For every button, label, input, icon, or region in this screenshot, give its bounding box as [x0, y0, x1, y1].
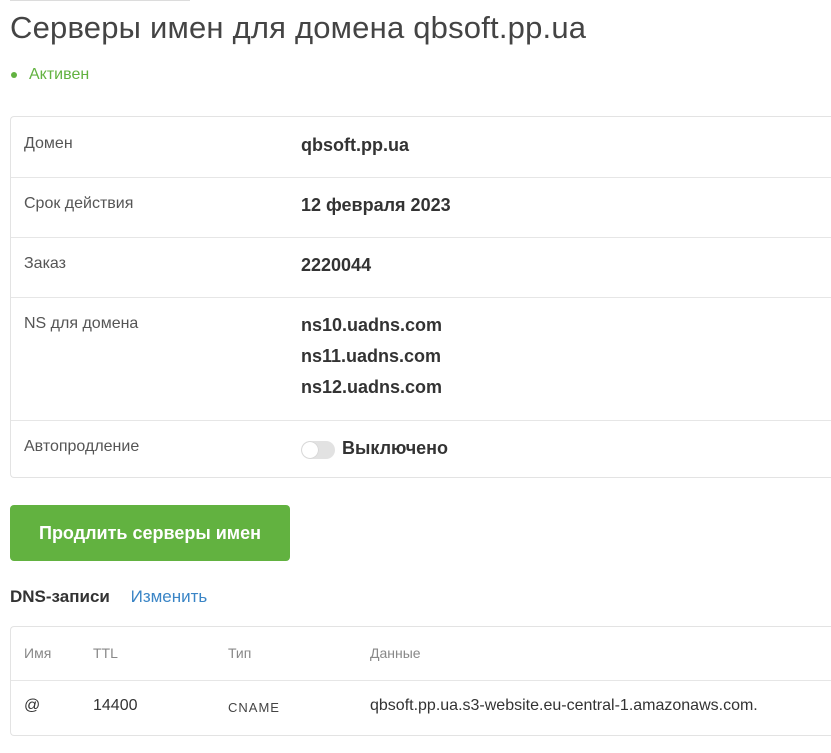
dns-table-header: Имя TTL Тип Данные — [11, 627, 831, 681]
status-dot-icon — [11, 72, 17, 78]
page-title: Серверы имен для домена qbsoft.pp.ua — [10, 10, 587, 45]
domain-info-card: Домен qbsoft.pp.ua Срок действия 12 февр… — [10, 116, 831, 478]
column-header-type: Тип — [228, 645, 252, 661]
info-row-order: Заказ 2220044 — [11, 237, 831, 298]
status-text: Активен — [29, 66, 90, 83]
expiry-label: Срок действия — [24, 195, 134, 212]
expiry-value: 12 февраля 2023 — [301, 195, 451, 215]
toggle-knob — [302, 442, 318, 458]
ns-list: ns10.uadns.com ns11.uadns.com ns12.uadns… — [301, 310, 442, 403]
record-name: @ — [24, 697, 41, 714]
ns-server: ns11.uadns.com — [301, 346, 442, 366]
autorenew-state: Выключено — [342, 438, 449, 458]
table-row: @ 14400 CNAME qbsoft.pp.ua.s3-website.eu… — [11, 681, 831, 735]
record-data: qbsoft.pp.ua.s3-website.eu-central-1.ama… — [370, 697, 758, 714]
info-row-autorenew: Автопродление Выключено — [11, 420, 831, 478]
dns-edit-link[interactable]: Изменить — [131, 587, 208, 606]
domain-label: Домен — [24, 135, 73, 152]
order-label: Заказ — [24, 255, 66, 272]
domain-value: qbsoft.pp.ua — [301, 135, 409, 155]
column-header-name: Имя — [24, 645, 52, 661]
info-row-ns: NS для домена ns10.uadns.com ns11.uadns.… — [11, 297, 831, 421]
record-type: CNAME — [228, 700, 280, 715]
top-clipped-element — [10, 0, 200, 2]
renew-nameservers-button[interactable]: Продлить серверы имен — [10, 505, 290, 561]
column-header-ttl: TTL — [93, 645, 118, 661]
autorenew-toggle[interactable] — [301, 441, 335, 459]
ns-label: NS для домена — [24, 315, 139, 332]
order-value: 2220044 — [301, 255, 372, 275]
dns-section-header: DNS-записи Изменить — [10, 587, 207, 607]
dns-records-table: Имя TTL Тип Данные @ 14400 CNAME qbsoft.… — [10, 626, 831, 736]
status-indicator: Активен — [10, 66, 89, 84]
info-row-domain: Домен qbsoft.pp.ua — [11, 117, 831, 178]
record-ttl: 14400 — [93, 697, 138, 714]
autorenew-label: Автопродление — [24, 438, 140, 455]
ns-server: ns10.uadns.com — [301, 315, 443, 335]
column-header-data: Данные — [370, 645, 421, 661]
ns-server: ns12.uadns.com — [301, 377, 443, 397]
dns-section-title: DNS-записи — [10, 587, 110, 606]
info-row-expiry: Срок действия 12 февраля 2023 — [11, 177, 831, 238]
